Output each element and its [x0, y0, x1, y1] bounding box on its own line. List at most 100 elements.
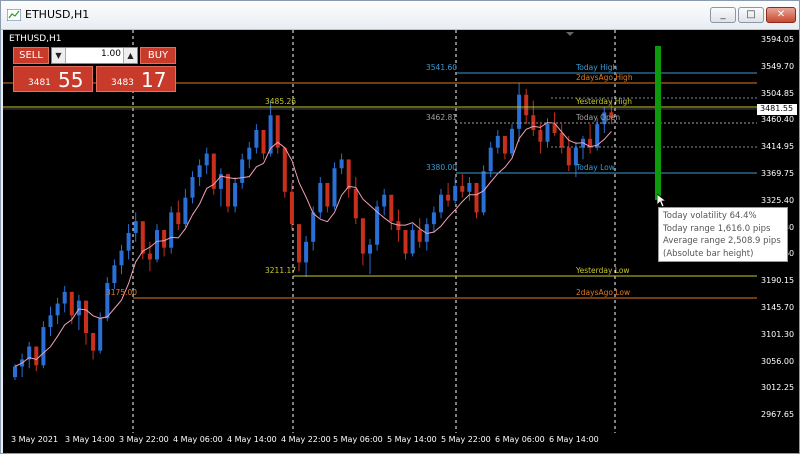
level-label-yesterday-low: Yesterday Low [576, 266, 630, 275]
candle-body [446, 194, 451, 201]
candle-body [91, 332, 96, 351]
candle-body [410, 230, 415, 254]
close-button[interactable]: ✕ [766, 7, 796, 23]
candle-body [431, 212, 436, 225]
chart-symbol-label: ETHUSD,H1 [9, 34, 62, 44]
candle-body [311, 212, 316, 242]
time-tick-label: 5 May 14:00 [387, 435, 437, 444]
candle-body [297, 224, 301, 263]
candle-body [140, 221, 145, 254]
price-tick-label: 3369.75 [761, 169, 795, 178]
shift-marker-icon [566, 32, 574, 36]
candle-body [112, 265, 117, 283]
candle-body [545, 124, 550, 142]
mouse-pointer-icon [657, 194, 667, 208]
candle-body [488, 147, 493, 172]
chart-window: ETHUSD,H1 _ □ ✕ ETHUSD,H1 SELL ▼ 1.00 ▲ … [0, 0, 800, 454]
time-tick-label: 3 May 14:00 [65, 435, 115, 444]
lot-size-input[interactable]: 1.00 [66, 49, 123, 59]
candle-body [247, 147, 252, 160]
time-tick-label: 3 May 22:00 [119, 435, 169, 444]
candle-body [389, 194, 394, 222]
candle-body [261, 130, 266, 154]
time-tick-label: 3 May 2021 [11, 435, 59, 444]
candle-body [559, 132, 564, 148]
candle-body [155, 230, 159, 260]
candle-body [190, 177, 195, 198]
price-tick-label: 3101.30 [761, 329, 795, 339]
time-tick-label: 4 May 14:00 [227, 435, 277, 444]
candle-body [453, 185, 458, 201]
level-price-two-days-ago-low: 3175.00 [106, 288, 138, 297]
price-tick-label: 3504.85 [761, 88, 795, 98]
candle-body [332, 168, 337, 207]
candle-body [502, 135, 507, 154]
candle-body [76, 300, 81, 316]
chart-canvas[interactable]: ETHUSD,H1 SELL ▼ 1.00 ▲ BUY 3481 55 3483… [3, 30, 757, 433]
candle-body [55, 303, 60, 316]
candle-body [566, 147, 571, 166]
candle-body [34, 346, 39, 366]
tooltip-average-range: Average range 2,508.9 pips [663, 236, 781, 246]
buy-price[interactable]: 3483 17 [96, 66, 176, 92]
candle-body [510, 128, 514, 154]
level-label-yesterday-high: Yesterday High [576, 97, 633, 106]
candle-body [396, 221, 401, 231]
time-tick-label: 6 May 06:00 [495, 435, 545, 444]
tooltip-volatility: Today volatility 64.4% [663, 211, 757, 221]
price-tick-label: 3145.70 [761, 303, 795, 312]
candle-body [169, 212, 174, 248]
time-axis[interactable]: 3 May 2021 3 May 14:00 3 May 22:00 4 May 06… [3, 433, 799, 453]
candle-body [517, 94, 522, 129]
candle-body [282, 147, 287, 192]
buy-button[interactable]: BUY [140, 47, 176, 64]
tooltip-note: (Absolute bar height) [663, 248, 754, 259]
title-bar[interactable]: ETHUSD,H1 _ □ ✕ [1, 1, 799, 30]
one-click-trading-panel: SELL ▼ 1.00 ▲ BUY 3481 55 3483 17 [13, 47, 176, 92]
price-tick-label: 3190.15 [761, 276, 795, 286]
tooltip-today-range: Today range 1,616.0 pips [663, 223, 771, 234]
candle-body [48, 315, 53, 328]
sell-button[interactable]: SELL [13, 47, 49, 64]
sell-price-small: 3481 [28, 78, 51, 88]
candle-body [339, 159, 344, 169]
level-price-today-high: 3541.60 [426, 63, 458, 72]
candle-body [524, 94, 529, 116]
window-title: ETHUSD,H1 [25, 8, 90, 21]
sell-price[interactable]: 3481 55 [13, 66, 93, 92]
candle-body [176, 212, 181, 225]
candle-body [147, 253, 152, 260]
maximize-button[interactable]: □ [738, 7, 764, 23]
level-label-two-days-ago-high: 2daysAgo High [576, 73, 633, 82]
level-price-today-low: 3380.00 [426, 163, 458, 172]
candle-body [133, 221, 138, 233]
lot-decrease-icon[interactable]: ▼ [52, 48, 66, 63]
current-price-label: 3481.55 [760, 104, 794, 113]
price-tick-label: 3549.70 [761, 61, 795, 71]
price-tick-label: 2967.65 [761, 410, 795, 420]
candle-body [304, 241, 309, 263]
chart-icon [7, 9, 21, 21]
level-price-yesterday-low: 3211.17 [265, 266, 297, 275]
price-tick-label: 3012.25 [761, 383, 795, 393]
candle-body [368, 244, 372, 254]
volatility-bar [655, 46, 661, 200]
minimize-button[interactable]: _ [710, 7, 736, 23]
candle-body [13, 366, 17, 378]
candle-body [254, 130, 259, 148]
candle-body [353, 188, 358, 219]
candle-body [98, 318, 103, 351]
candle-body [403, 230, 408, 254]
lot-size-stepper[interactable]: ▼ 1.00 ▲ [51, 47, 138, 64]
price-tick-label: 3414.95 [761, 142, 795, 152]
time-tick-label: 5 May 22:00 [441, 435, 491, 444]
candle-body [346, 159, 351, 189]
candle-body [360, 218, 365, 254]
buy-price-small: 3483 [111, 78, 134, 88]
lot-increase-icon[interactable]: ▲ [123, 48, 137, 63]
time-tick-label: 4 May 06:00 [173, 435, 223, 444]
candle-body [126, 232, 131, 251]
price-tick-label: 3056.00 [761, 356, 795, 366]
candle-body [162, 230, 167, 248]
price-tick-label: 3325.40 [761, 195, 795, 205]
